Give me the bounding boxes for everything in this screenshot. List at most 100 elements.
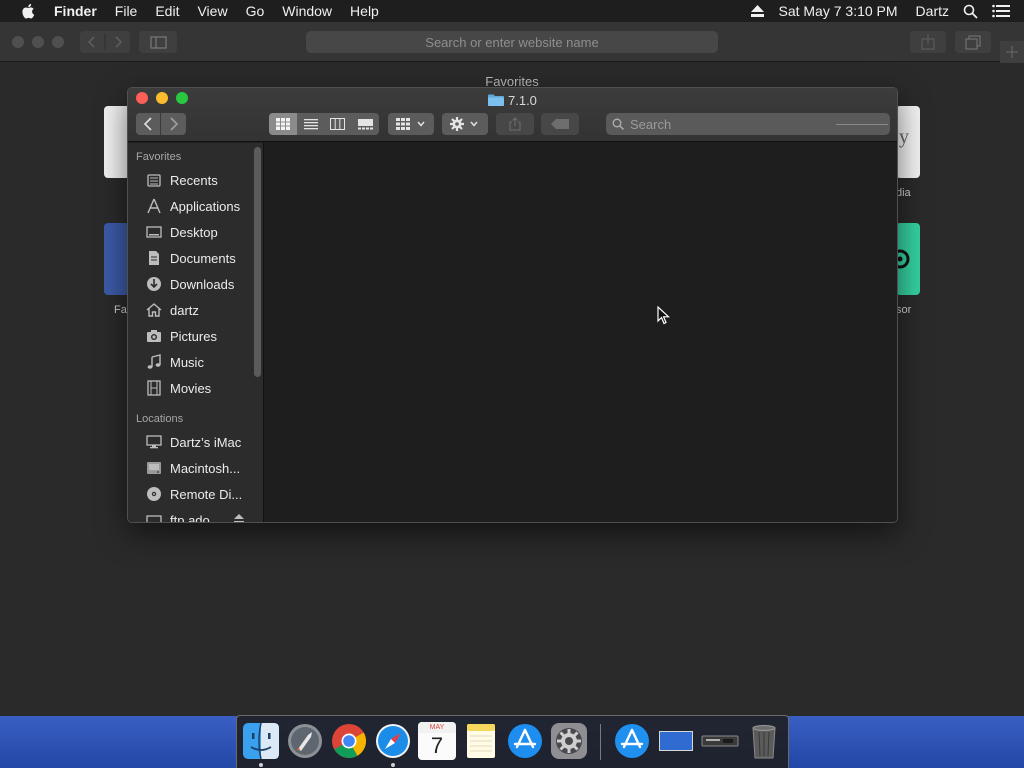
sidebar-scrollbar[interactable] xyxy=(254,147,261,377)
edit-tags-button[interactable] xyxy=(541,113,579,135)
menu-app-name[interactable]: Finder xyxy=(54,3,97,19)
sidebar-item-label: Music xyxy=(170,354,204,370)
sidebar-item-label: Remote Di... xyxy=(170,486,243,502)
wikipedia-glyph: y xyxy=(899,126,909,148)
search-icon xyxy=(612,118,624,130)
finder-minimize-button[interactable] xyxy=(156,92,168,104)
finder-zoom-button[interactable] xyxy=(176,92,188,104)
device-icon[interactable] xyxy=(701,722,739,760)
menu-edit[interactable]: Edit xyxy=(155,3,179,19)
safari-zoom-button[interactable] xyxy=(52,36,64,48)
finder-search-field[interactable]: Search xyxy=(606,113,890,135)
search-underline xyxy=(836,124,888,125)
finder-app-icon[interactable] xyxy=(242,722,280,760)
favorite-tile-tripadvisor[interactable] xyxy=(890,223,920,295)
calendar-app-icon[interactable]: MAY 7 xyxy=(418,722,456,760)
sidebar-item-recents[interactable]: Recents xyxy=(128,168,252,192)
list-view-button[interactable] xyxy=(297,113,324,135)
gallery-view-button[interactable] xyxy=(351,113,379,135)
menu-view[interactable]: View xyxy=(197,3,227,19)
safari-address-bar[interactable]: Search or enter website name xyxy=(306,31,718,53)
safari-tabs-button[interactable] xyxy=(955,31,991,53)
menu-user[interactable]: Dartz xyxy=(916,3,949,19)
safari-toolbar: Search or enter website name xyxy=(0,22,1024,63)
folder-icon xyxy=(488,94,504,106)
running-indicator xyxy=(259,763,263,767)
safari-close-button[interactable] xyxy=(12,36,24,48)
back-button[interactable] xyxy=(136,113,161,135)
chevron-left-right-icon xyxy=(87,34,123,50)
forward-button[interactable] xyxy=(161,113,186,135)
spotlight-search-icon[interactable] xyxy=(963,4,978,19)
notification-center-icon[interactable] xyxy=(992,4,1010,18)
music-icon xyxy=(147,354,161,369)
network-volume-icon xyxy=(146,515,162,522)
safari-app-icon[interactable] xyxy=(374,722,412,760)
sidebar-heading-locations: Locations xyxy=(136,413,184,425)
address-placeholder: Search or enter website name xyxy=(425,34,599,50)
sidebar-item-ftp-volume[interactable]: ftp.ado... xyxy=(128,508,252,523)
applications-icon xyxy=(147,198,161,214)
notes-app-icon[interactable] xyxy=(462,722,500,760)
share-icon xyxy=(509,117,521,131)
menu-file[interactable]: File xyxy=(115,3,138,19)
trash-icon[interactable] xyxy=(745,722,783,760)
sidebar-item-label: Applications xyxy=(170,198,241,214)
sidebar-item-music[interactable]: Music xyxy=(128,350,252,374)
icon-view-button[interactable] xyxy=(269,113,297,135)
apple-menu-icon[interactable] xyxy=(20,3,38,19)
sidebar-item-imac[interactable]: Dartz’s iMac xyxy=(128,430,252,454)
sidebar-item-pictures[interactable]: Pictures xyxy=(128,324,252,348)
finder-sidebar: Favorites Recents Applications Desktop D… xyxy=(128,143,264,523)
list-view-icon xyxy=(303,119,318,130)
menu-bar: Finder File Edit View Go Window Help Sat… xyxy=(0,0,1024,22)
sidebar-item-applications[interactable]: Applications xyxy=(128,194,252,218)
finder-content-area[interactable] xyxy=(265,143,897,522)
chrome-app-icon[interactable] xyxy=(330,722,368,760)
app-store-app-icon[interactable] xyxy=(506,722,544,760)
sidebar-item-label: dartz xyxy=(170,302,199,318)
eject-icon[interactable] xyxy=(234,514,244,523)
finder-window-title: 7.1.0 xyxy=(488,92,537,108)
sidebar-item-home[interactable]: dartz xyxy=(128,298,252,322)
launchpad-app-icon[interactable] xyxy=(286,722,324,760)
menu-clock[interactable]: Sat May 7 3:10 PM xyxy=(778,3,897,19)
sidebar-item-label: Pictures xyxy=(170,328,217,344)
finder-close-button[interactable] xyxy=(136,92,148,104)
recents-icon xyxy=(147,174,161,187)
mouse-pointer-icon xyxy=(657,306,671,325)
menu-go[interactable]: Go xyxy=(246,3,265,19)
sidebar-item-label: Documents xyxy=(170,250,236,266)
sidebar-item-documents[interactable]: Documents xyxy=(128,246,252,270)
safari-share-button[interactable] xyxy=(910,31,946,53)
sidebar-item-remote-disc[interactable]: Remote Di... xyxy=(128,482,252,506)
menu-window[interactable]: Window xyxy=(282,3,332,19)
calendar-day: 7 xyxy=(430,733,444,758)
eject-icon[interactable] xyxy=(751,5,765,17)
safari-new-tab-button[interactable] xyxy=(1000,41,1024,63)
group-by-button[interactable] xyxy=(388,113,434,135)
finder-titlebar: 7.1.0 Search xyxy=(128,88,897,142)
sidebar-item-desktop[interactable]: Desktop xyxy=(128,220,252,244)
sidebar-item-movies[interactable]: Movies xyxy=(128,376,252,400)
home-icon xyxy=(146,303,162,317)
safari-back-forward[interactable] xyxy=(80,31,130,53)
movies-icon xyxy=(147,380,161,396)
desktop-folder-icon[interactable] xyxy=(657,722,695,760)
menu-help[interactable]: Help xyxy=(350,3,379,19)
finder-window: 7.1.0 Search Favorites Recents Applicati… xyxy=(127,87,898,523)
gallery-view-icon xyxy=(357,119,373,130)
dock: MAY 7 xyxy=(236,715,789,768)
sidebar-item-macintosh-hd[interactable]: Macintosh... xyxy=(128,456,252,480)
safari-sidebar-button[interactable] xyxy=(139,31,177,53)
share-button[interactable] xyxy=(496,113,534,135)
documents-icon xyxy=(149,251,159,265)
favorite-tile-wikipedia[interactable]: y xyxy=(896,106,920,178)
sidebar-item-downloads[interactable]: Downloads xyxy=(128,272,252,296)
sidebar-item-label: Movies xyxy=(170,380,212,396)
action-menu-button[interactable] xyxy=(442,113,488,135)
system-preferences-app-icon[interactable] xyxy=(550,722,588,760)
column-view-button[interactable] xyxy=(324,113,351,135)
applications-folder-icon[interactable] xyxy=(613,722,651,760)
safari-minimize-button[interactable] xyxy=(32,36,44,48)
